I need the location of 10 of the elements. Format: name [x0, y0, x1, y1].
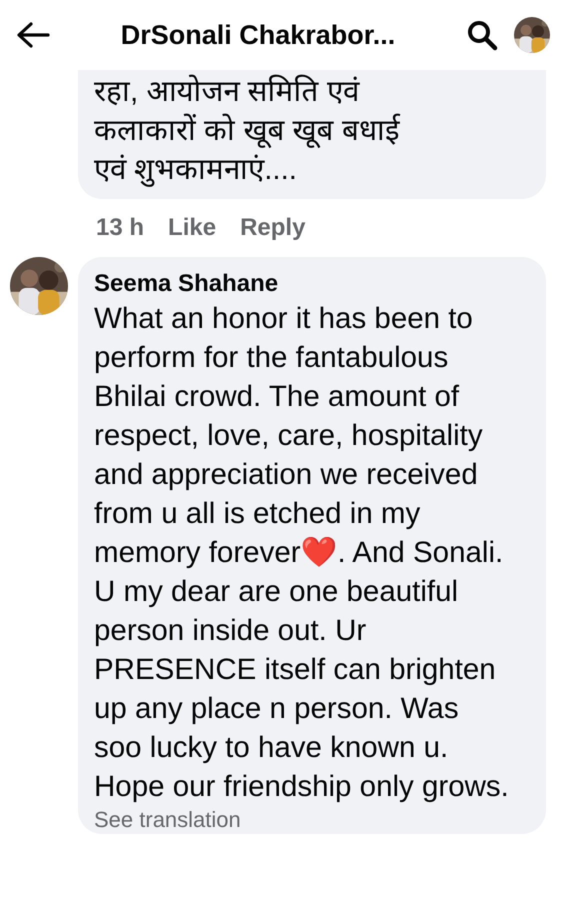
search-icon[interactable]: [466, 19, 498, 51]
see-translation-link[interactable]: See translation: [94, 806, 530, 834]
reply-link[interactable]: Reply: [240, 210, 306, 246]
page-title: DrSonali Chakrabor...: [120, 20, 396, 50]
comment-time: 13 h: [96, 213, 144, 243]
back-arrow-icon[interactable]: [16, 21, 50, 49]
like-link[interactable]: Like: [168, 210, 216, 246]
comment-author[interactable]: Seema Shahane: [94, 269, 530, 299]
comment-text: What an honor it has been to perform for the fantabulous Bhilai crowd. The amount of respect, love, care, hospitality and appreciation we received from u all is etched in my memory forever❤. And Sonali. U my dear are one beautiful person inside out. Ur PRESENCE itself can brighten up any place n person. Was soo lucky to have known u. Hope our friendship only grows.: [94, 301, 510, 805]
comment-text: रहा, आयोजन समिति एवं कलाकारों को खूब खूब बधाई एवं शुभकामनाएं....: [94, 74, 401, 189]
